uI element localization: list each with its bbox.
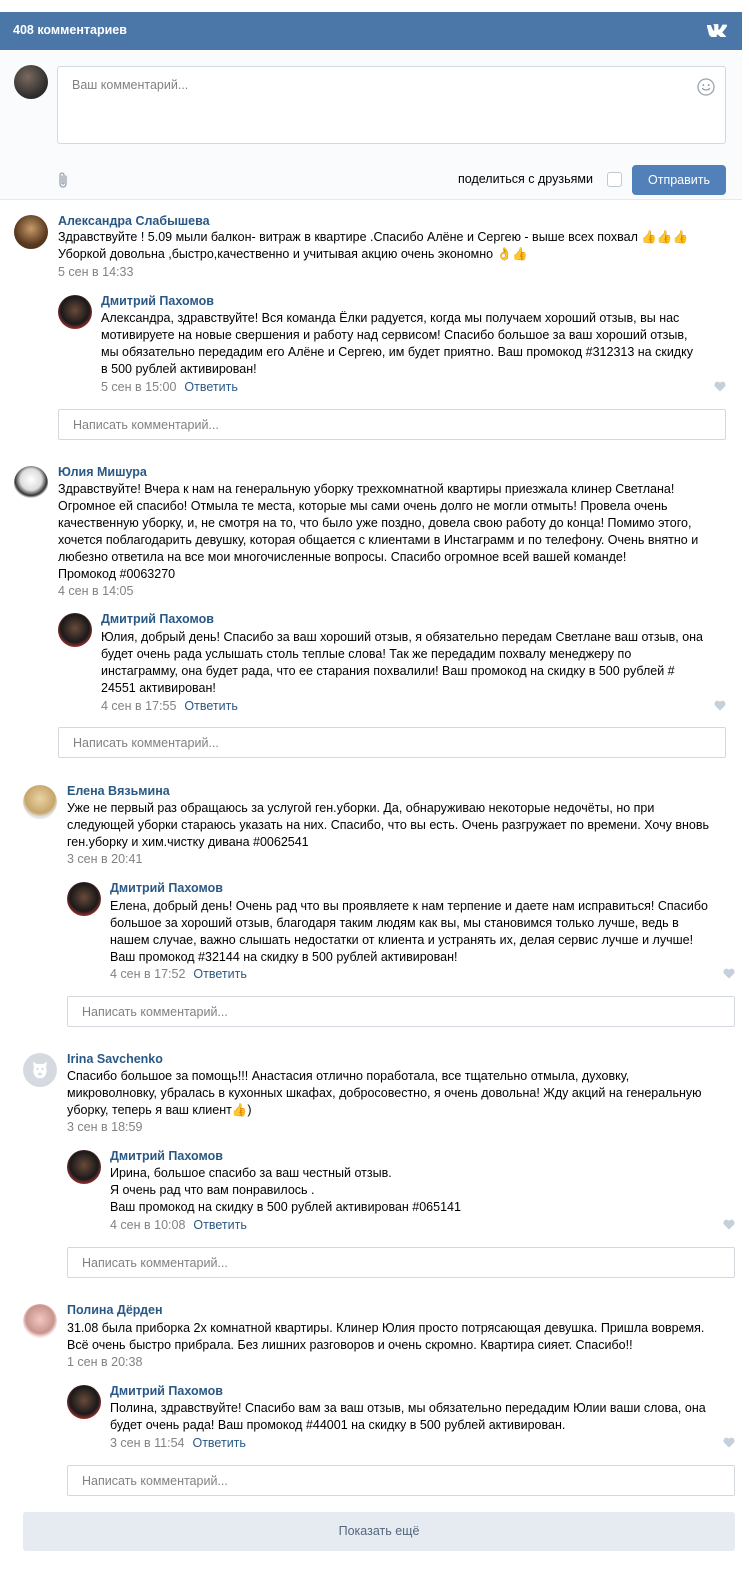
vk-logo-icon[interactable] (706, 23, 728, 37)
send-button[interactable]: Отправить (632, 165, 726, 195)
reply-text: Александра, здравствуйте! Вся команда Ёл… (101, 311, 693, 376)
deactivated-dog-icon (33, 1062, 47, 1079)
like-heart-icon[interactable] (723, 968, 735, 979)
comment-date[interactable]: 4 сен в 14:05 (58, 584, 133, 598)
avatar[interactable] (67, 1385, 101, 1419)
reply-button[interactable]: Ответить (184, 699, 237, 713)
comment-author[interactable]: Юлия Мишура (58, 465, 147, 479)
comment-author[interactable]: Irina Savchenko (67, 1052, 163, 1066)
header-bar: 408 комментариев (0, 12, 742, 50)
current-user-avatar[interactable] (14, 65, 48, 99)
reply-comment-input[interactable]: Написать комментарий... (58, 409, 726, 440)
avatar[interactable] (23, 1053, 57, 1087)
avatar[interactable] (67, 882, 101, 916)
reply-date[interactable]: 4 сен в 10:08 (110, 1218, 185, 1232)
avatar[interactable] (58, 613, 92, 647)
reply-date[interactable]: 5 сен в 15:00 (101, 380, 176, 394)
avatar[interactable] (23, 1304, 57, 1338)
comment-input[interactable]: Ваш комментарий... (57, 66, 726, 144)
reply-comment-input[interactable]: Написать комментарий... (67, 996, 735, 1027)
reply-comment-input[interactable]: Написать комментарий... (67, 1465, 735, 1496)
comment-date[interactable]: 5 сен в 14:33 (58, 265, 133, 279)
reply-meta: 4 сен в 17:55 Ответить (101, 699, 238, 713)
comment-date[interactable]: 3 сен в 18:59 (67, 1120, 142, 1134)
like-heart-icon[interactable] (723, 1219, 735, 1230)
smile-icon[interactable] (697, 78, 715, 96)
comments-widget: 408 комментариев Ваш комментарий... поде… (0, 12, 742, 1585)
comment-input-placeholder: Ваш комментарий... (72, 78, 189, 92)
reply-meta: 5 сен в 15:00 Ответить (101, 380, 238, 394)
reply-input-placeholder: Написать комментарий... (82, 1474, 228, 1488)
reply-author[interactable]: Дмитрий Пахомов (101, 612, 214, 626)
avatar[interactable] (58, 295, 92, 329)
comment-date[interactable]: 1 сен в 20:38 (67, 1355, 142, 1369)
reply-meta: 4 сен в 17:52 Ответить (110, 967, 247, 981)
comment-composer: Ваш комментарий... поделиться с друзьями… (0, 50, 742, 200)
comment-text: Здравствуйте ! 5.09 мыли балкон- витраж … (58, 230, 689, 261)
reply-input-placeholder: Написать комментарий... (82, 1005, 228, 1019)
reply-author[interactable]: Дмитрий Пахомов (110, 881, 223, 895)
reply-comment-input[interactable]: Написать комментарий... (58, 727, 726, 758)
reply-author[interactable]: Дмитрий Пахомов (110, 1149, 223, 1163)
comment-date[interactable]: 3 сен в 20:41 (67, 852, 142, 866)
reply-date[interactable]: 4 сен в 17:52 (110, 967, 185, 981)
comment-text: 31.08 была приборка 2х комнатной квартир… (67, 1321, 705, 1352)
share-with-friends-checkbox[interactable] (607, 172, 622, 187)
reply-input-placeholder: Написать комментарий... (73, 418, 219, 432)
reply-date[interactable]: 4 сен в 17:55 (101, 699, 176, 713)
reply-text: Полина, здравствуйте! Спасибо вам за ваш… (110, 1401, 706, 1432)
comments-count-title: 408 комментариев (13, 23, 127, 37)
comment-text: Уже не первый раз обращаюсь за услугой г… (67, 801, 709, 849)
share-with-friends-label: поделиться с друзьями (458, 172, 593, 186)
reply-button[interactable]: Ответить (193, 967, 246, 981)
reply-meta: 3 сен в 11:54 Ответить (110, 1436, 246, 1450)
avatar[interactable] (14, 466, 48, 500)
comment-author[interactable]: Полина Дёрден (67, 1303, 163, 1317)
avatar[interactable] (67, 1150, 101, 1184)
avatar[interactable] (14, 215, 48, 249)
like-heart-icon[interactable] (723, 1437, 735, 1448)
reply-input-placeholder: Написать комментарий... (82, 1256, 228, 1270)
reply-date[interactable]: 3 сен в 11:54 (110, 1436, 184, 1450)
comment-author[interactable]: Александра Слабышева (58, 214, 210, 228)
comment-text: Спасибо большое за помощь!!! Анастасия о… (67, 1069, 702, 1117)
reply-author[interactable]: Дмитрий Пахомов (110, 1384, 223, 1398)
like-heart-icon[interactable] (714, 700, 726, 711)
avatar[interactable] (23, 785, 57, 819)
reply-button[interactable]: Ответить (192, 1436, 245, 1450)
reply-input-placeholder: Написать комментарий... (73, 736, 219, 750)
reply-text: Юлия, добрый день! Спасибо за ваш хороши… (101, 630, 703, 695)
reply-button[interactable]: Ответить (193, 1218, 246, 1232)
show-more-button[interactable]: Показать ещё (23, 1512, 735, 1551)
reply-text: Ирина, большое спасибо за ваш честный от… (110, 1166, 461, 1214)
comment-author[interactable]: Елена Вязьмина (67, 784, 170, 798)
reply-author[interactable]: Дмитрий Пахомов (101, 294, 214, 308)
paperclip-icon[interactable] (57, 171, 69, 189)
comment-text: Здравствуйте! Вчера к нам на генеральную… (58, 482, 699, 581)
reply-comment-input[interactable]: Написать комментарий... (67, 1247, 735, 1278)
reply-button[interactable]: Ответить (184, 380, 237, 394)
like-heart-icon[interactable] (714, 381, 726, 392)
reply-text: Елена, добрый день! Очень рад что вы про… (110, 899, 708, 964)
reply-meta: 4 сен в 10:08 Ответить (110, 1218, 247, 1232)
